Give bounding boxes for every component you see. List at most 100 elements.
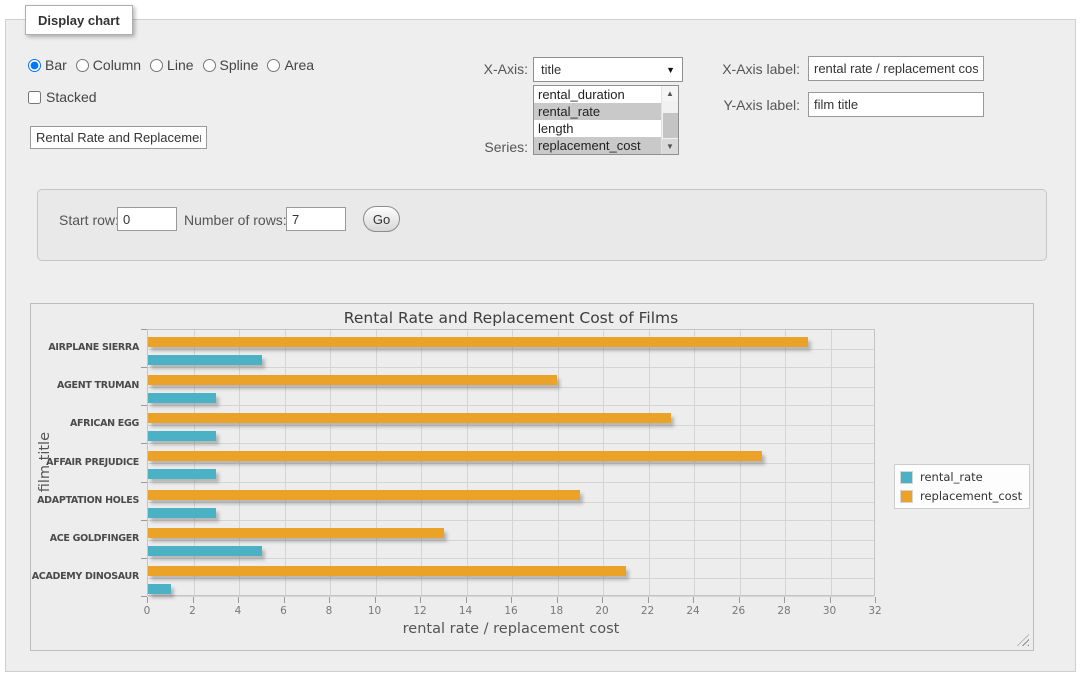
x-axis-tick-label: 4 xyxy=(223,605,253,617)
bar-rental-rate xyxy=(148,584,171,594)
chart-type-label: Bar xyxy=(45,57,67,73)
gridline xyxy=(148,578,874,579)
x-axis-caption: X-Axis: xyxy=(455,61,528,77)
row-range-panel: Start row: Number of rows: Go xyxy=(37,189,1047,261)
series-option-length[interactable]: length xyxy=(534,120,661,137)
dropdown-arrow-icon: ▼ xyxy=(666,65,675,75)
x-axis-tick xyxy=(602,597,603,603)
gridline xyxy=(148,502,874,503)
x-axis-tick xyxy=(329,597,330,603)
stacked-checkbox-row[interactable]: Stacked xyxy=(28,89,97,105)
chart-type-label: Line xyxy=(167,57,193,73)
x-axis-tick xyxy=(284,597,285,603)
category-label: ADAPTATION HOLES xyxy=(31,495,139,506)
x-axis-tick-label: 16 xyxy=(496,605,526,617)
legend-swatch xyxy=(900,490,913,503)
resize-grip-icon[interactable] xyxy=(1017,634,1029,646)
scroll-down-icon[interactable]: ▼ xyxy=(662,139,678,154)
legend-label: rental_rate xyxy=(920,470,983,484)
x-axis-tick-label: 26 xyxy=(724,605,754,617)
chart-type-radio-line[interactable] xyxy=(150,59,163,72)
series-option-replacement_cost[interactable]: replacement_cost xyxy=(534,137,661,154)
gridline xyxy=(148,463,874,464)
chart-title-input[interactable] xyxy=(30,126,207,149)
x-axis-tick-label: 28 xyxy=(769,605,799,617)
x-axis-tick-label: 12 xyxy=(405,605,435,617)
chart-type-option-spline[interactable]: Spline xyxy=(203,57,259,73)
category-label: AGENT TRUMAN xyxy=(31,380,139,391)
app-window: Display chart Bar Column Line Spline Area St… xyxy=(0,0,1081,681)
x-axis-title: rental rate / replacement cost xyxy=(147,621,875,637)
x-axis-tick xyxy=(739,597,740,603)
category-label: ACADEMY DINOSAUR xyxy=(31,571,139,582)
bar-rental-rate xyxy=(148,546,262,556)
x-axis-label-input[interactable] xyxy=(808,56,984,81)
category-row xyxy=(148,483,874,521)
chart-legend: rental_rate replacement_cost xyxy=(894,464,1030,509)
y-axis-label-input[interactable] xyxy=(808,92,984,117)
x-axis-tick xyxy=(238,597,239,603)
bar-rental-rate xyxy=(148,431,216,441)
num-rows-input[interactable] xyxy=(286,207,346,231)
stacked-checkbox[interactable] xyxy=(28,91,41,104)
num-rows-caption: Number of rows: xyxy=(184,212,287,228)
bar-replacement-cost xyxy=(148,566,626,576)
x-axis-tick-label: 20 xyxy=(587,605,617,617)
x-axis-tick xyxy=(147,597,148,603)
category-label: AIRPLANE SIERRA xyxy=(31,342,139,353)
x-axis-tick xyxy=(375,597,376,603)
chart-title: Rental Rate and Replacement Cost of Film… xyxy=(147,309,875,327)
go-button[interactable]: Go xyxy=(363,206,400,232)
series-listbox[interactable]: rental_durationrental_ratelengthreplacem… xyxy=(533,85,679,155)
series-option-rental_duration[interactable]: rental_duration xyxy=(534,86,661,103)
gridline xyxy=(148,349,874,350)
x-axis-tick xyxy=(875,597,876,603)
plot-area xyxy=(147,329,875,596)
y-axis-tick xyxy=(141,367,147,368)
scrollbar-thumb[interactable] xyxy=(663,113,678,138)
chart-type-option-area[interactable]: Area xyxy=(267,57,314,73)
fieldset-legend-title: Display chart xyxy=(25,5,133,35)
series-scrollbar[interactable]: ▲ ▼ xyxy=(661,86,678,154)
x-axis-tick-label: 14 xyxy=(451,605,481,617)
x-axis-selected-value: title xyxy=(541,62,561,77)
y-axis-label-caption: Y-Axis label: xyxy=(702,97,800,113)
chart-type-radio-column[interactable] xyxy=(76,59,89,72)
x-axis-tick xyxy=(420,597,421,603)
y-axis-tick xyxy=(141,329,147,330)
x-axis-tick xyxy=(557,597,558,603)
bar-replacement-cost xyxy=(148,490,580,500)
y-axis-tick xyxy=(141,443,147,444)
bar-rental-rate xyxy=(148,508,216,518)
x-axis-tick-label: 0 xyxy=(132,605,162,617)
series-option-rental_rate[interactable]: rental_rate xyxy=(534,103,661,120)
chart-type-option-line[interactable]: Line xyxy=(150,57,193,73)
scroll-up-icon[interactable]: ▲ xyxy=(662,86,678,101)
chart-container: Rental Rate and Replacement Cost of Film… xyxy=(30,303,1034,651)
x-axis-tick-label: 32 xyxy=(860,605,890,617)
series-caption: Series: xyxy=(455,139,528,155)
x-axis-tick-label: 22 xyxy=(633,605,663,617)
gridline xyxy=(148,540,874,541)
series-options: rental_durationrental_ratelengthreplacem… xyxy=(534,86,661,154)
chart-type-label: Column xyxy=(93,57,141,73)
chart-type-radio-area[interactable] xyxy=(267,59,280,72)
gridline xyxy=(148,387,874,388)
x-axis-tick-label: 8 xyxy=(314,605,344,617)
legend-swatch xyxy=(900,471,913,484)
x-axis-tick xyxy=(511,597,512,603)
x-axis-tick xyxy=(648,597,649,603)
chart-type-radio-spline[interactable] xyxy=(203,59,216,72)
x-axis-tick-label: 24 xyxy=(678,605,708,617)
x-axis-tick-label: 2 xyxy=(178,605,208,617)
x-axis-tick-label: 30 xyxy=(815,605,845,617)
y-axis-tick xyxy=(141,405,147,406)
bar-replacement-cost xyxy=(148,337,808,347)
chart-type-option-bar[interactable]: Bar xyxy=(28,57,67,73)
x-axis-select[interactable]: title ▼ xyxy=(533,57,683,82)
start-row-input[interactable] xyxy=(117,207,177,231)
x-axis-tick-label: 18 xyxy=(542,605,572,617)
chart-type-option-column[interactable]: Column xyxy=(76,57,141,73)
chart-type-radio-bar[interactable] xyxy=(28,59,41,72)
legend-item-replacement_cost: replacement_cost xyxy=(900,489,1022,503)
